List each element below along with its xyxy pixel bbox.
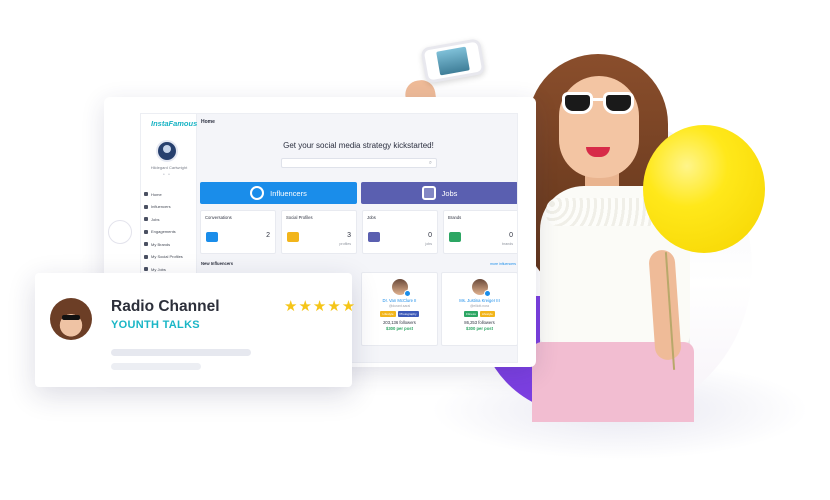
page-headline: Get your social media strategy kickstart… bbox=[283, 141, 434, 150]
smartphone-image bbox=[420, 38, 486, 84]
avatar bbox=[391, 279, 411, 297]
handshake-icon bbox=[144, 229, 148, 234]
star-rating: ★★★★★ bbox=[284, 298, 357, 315]
tablet-home-button[interactable] bbox=[108, 220, 132, 244]
influencer-icon bbox=[250, 186, 265, 200]
category-tag: Lifestyle bbox=[380, 311, 396, 317]
stat-card-social-profiles[interactable]: Social Profiles 3 profiles bbox=[281, 210, 357, 254]
tab-influencers[interactable]: Influencers bbox=[200, 182, 357, 204]
sunglasses-image bbox=[562, 92, 634, 116]
price-per-post: $300 per post bbox=[466, 326, 493, 331]
more-influencers-link[interactable]: more influencers bbox=[490, 262, 516, 266]
app-logo[interactable]: InstaFamous bbox=[151, 119, 197, 128]
sidebar-item-engagements[interactable]: Engagements bbox=[144, 226, 196, 239]
influencer-name[interactable]: Ms. Justina Kreiger III bbox=[442, 298, 517, 303]
avatar bbox=[471, 279, 491, 297]
stat-card-jobs[interactable]: Jobs 0 jobs bbox=[362, 210, 438, 254]
category-tag: Lifestyle bbox=[479, 311, 495, 317]
briefcase-icon bbox=[368, 232, 380, 242]
category-tag: Photography bbox=[397, 311, 419, 317]
sidebar-item-my-social-profiles[interactable]: My Social Profiles bbox=[144, 251, 196, 264]
profile-name: Hildegard Cartwright bbox=[150, 165, 188, 170]
review-subtitle: YOUNTH TALKS bbox=[111, 319, 200, 331]
text-placeholder-line bbox=[111, 363, 201, 370]
stat-card-conversations[interactable]: Conversations 2 bbox=[200, 210, 276, 254]
home-icon bbox=[144, 192, 148, 197]
profile-status-dots: • • bbox=[163, 172, 171, 178]
briefcase-icon bbox=[421, 186, 436, 200]
influencer-handle: @elliott.nora bbox=[469, 304, 490, 308]
store-icon bbox=[144, 242, 148, 247]
store-icon bbox=[449, 232, 461, 242]
verified-badge-icon bbox=[403, 290, 411, 297]
category-tag: Fitness bbox=[464, 311, 478, 317]
sidebar-item-jobs[interactable]: Jobs bbox=[144, 213, 196, 226]
verified-badge-icon bbox=[483, 290, 491, 297]
influencer-handle: @durant.sarai bbox=[388, 304, 411, 308]
search-input[interactable]: ⌕ bbox=[281, 158, 437, 168]
influencer-card[interactable]: Dr. Van McClure II @durant.sarai Lifesty… bbox=[361, 272, 438, 346]
search-icon[interactable]: ⌕ bbox=[429, 160, 432, 167]
briefcase-icon bbox=[144, 217, 148, 222]
stat-card-brands[interactable]: Brands 0 brands bbox=[443, 210, 517, 254]
yellow-balloon-image bbox=[643, 125, 765, 253]
envelope-icon bbox=[206, 232, 218, 242]
review-title: Radio Channel bbox=[111, 298, 220, 315]
sidebar-nav: Home Influencers Jobs Engagements My Bra… bbox=[144, 188, 196, 276]
sidebar-item-influencers[interactable]: Influencers bbox=[144, 201, 196, 214]
sidebar-item-home[interactable]: Home bbox=[144, 188, 196, 201]
text-placeholder-line bbox=[111, 349, 251, 356]
avatar bbox=[50, 298, 92, 340]
users-icon bbox=[287, 232, 299, 242]
influencer-card[interactable]: Ms. Justina Kreiger III @elliott.nora Fi… bbox=[441, 272, 517, 346]
users-icon bbox=[144, 204, 148, 209]
marketing-hero: InstaFamous Hildegard Cartwright • • Hom… bbox=[0, 0, 830, 500]
list-icon bbox=[144, 267, 148, 272]
influencer-name[interactable]: Dr. Van McClure II bbox=[362, 298, 437, 303]
review-card: Radio Channel ★★★★★ YOUNTH TALKS bbox=[35, 273, 355, 387]
sidebar-item-my-brands[interactable]: My Brands bbox=[144, 238, 196, 251]
profile-icon bbox=[144, 254, 148, 259]
price-per-post: $300 per post bbox=[386, 326, 413, 331]
profile-avatar[interactable] bbox=[156, 140, 178, 162]
breadcrumb[interactable]: Home bbox=[201, 119, 215, 125]
tab-jobs[interactable]: Jobs bbox=[361, 182, 517, 204]
section-title-new-influencers: New Influencers bbox=[201, 261, 234, 266]
follower-count: 203,136 followers bbox=[383, 320, 416, 325]
follower-count: 86,253 followers bbox=[464, 320, 495, 325]
